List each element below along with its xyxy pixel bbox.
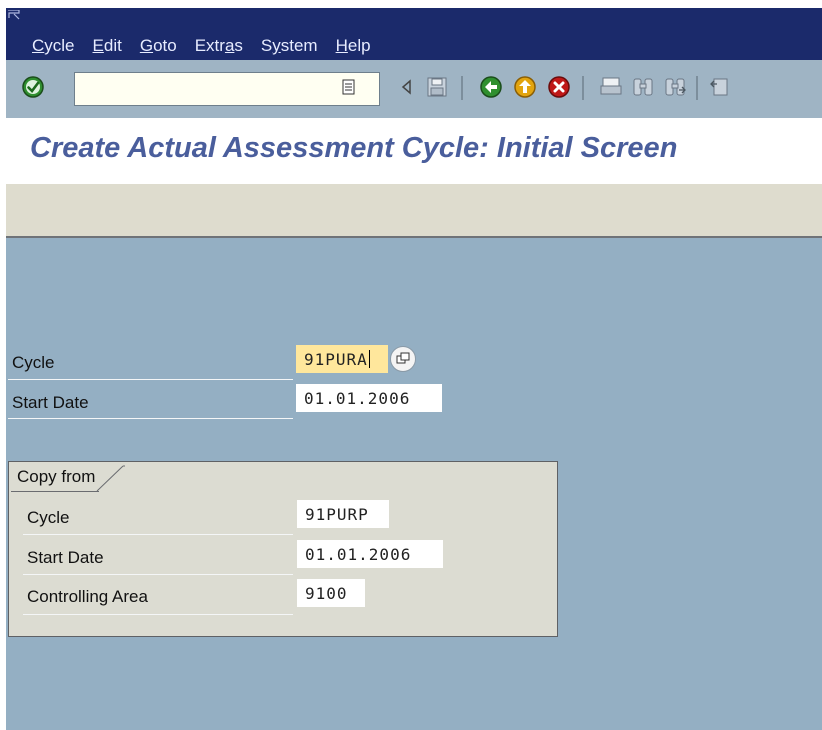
tab-slant [97,465,126,492]
standard-toolbar [6,60,822,118]
exit-button[interactable] [512,74,538,100]
controlling-area-input[interactable]: 9100 [297,579,365,607]
enter-button[interactable] [20,74,46,100]
menu-extras[interactable]: Extras [195,36,243,56]
menu-system[interactable]: System [261,36,318,56]
back-nav-icon [401,79,411,95]
print-icon [600,77,622,95]
start-date-input[interactable]: 01.01.2006 [296,384,442,412]
row-divider [8,379,293,380]
controlling-area-label: Controlling Area [27,587,148,606]
title-area: Create Actual Assessment Cycle: Initial … [6,118,822,185]
print-button[interactable] [598,74,624,100]
menu-goto[interactable]: Goto [140,36,177,56]
menu-bar: Cycle Edit Goto Extras System Help [6,8,822,60]
enter-icon [22,76,44,98]
menu-edit[interactable]: Edit [93,36,122,56]
row-divider [23,574,293,575]
cycle-input[interactable]: 91PURA [296,345,388,373]
application-toolbar [6,184,822,238]
system-menu-icon[interactable] [8,10,20,20]
row-divider [23,534,293,535]
toolbar-separator [582,76,584,100]
toolbar-separator [696,76,698,100]
back-nav-button[interactable] [394,74,420,100]
row-divider [23,614,293,615]
menu-help[interactable]: Help [336,36,371,56]
sap-window: Cycle Edit Goto Extras System Help Creat… [6,8,822,730]
find-next-icon [665,78,686,96]
find-icon [633,78,653,96]
first-page-button[interactable] [706,74,732,100]
cycle-label: Cycle [12,353,55,372]
copy-cycle-input[interactable]: 91PURP [297,500,389,528]
menu-items: Cycle Edit Goto Extras System Help [32,36,371,56]
menu-cycle[interactable]: Cycle [32,36,75,56]
save-button[interactable] [424,74,450,100]
copy-cycle-label: Cycle [27,508,70,527]
text-cursor [368,350,370,368]
first-page-icon [710,78,728,96]
row-divider [8,418,293,419]
find-next-button[interactable] [662,74,688,100]
exit-icon [514,76,536,98]
copy-start-date-input[interactable]: 01.01.2006 [297,540,443,568]
find-button[interactable] [630,74,656,100]
start-date-label: Start Date [12,393,89,412]
toolbar-separator [461,76,463,100]
command-history-icon[interactable] [342,79,356,95]
main-area: Cycle 91PURA Start Date 01.01.2006 Copy … [6,238,822,730]
possible-entries-button[interactable] [390,346,416,372]
copy-from-group: Copy from Cycle 91PURP Start Date 01.01.… [8,461,558,637]
group-title: Copy from [11,464,126,492]
back-icon [480,76,502,98]
page-title: Create Actual Assessment Cycle: Initial … [30,132,678,164]
cancel-icon [548,76,570,98]
cancel-button[interactable] [546,74,572,100]
copy-start-date-label: Start Date [27,548,104,567]
command-field[interactable] [74,72,380,106]
save-icon [427,77,447,97]
value-help-icon [396,352,410,364]
back-button[interactable] [478,74,504,100]
